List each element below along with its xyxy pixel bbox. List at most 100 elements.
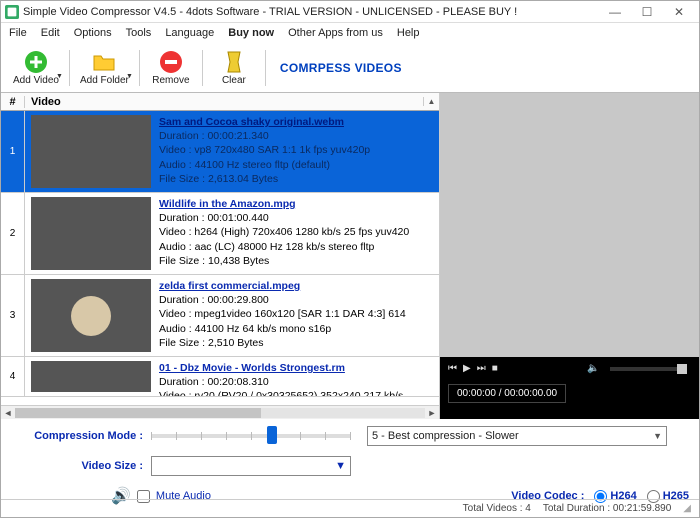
skip-back-icon[interactable]: ⏮ xyxy=(448,363,457,374)
remove-label: Remove xyxy=(152,75,189,86)
thumbnail xyxy=(31,279,151,352)
compression-mode-label: Compression Mode : xyxy=(11,430,151,442)
thumbnail xyxy=(31,361,151,392)
chevron-down-icon: ▼ xyxy=(653,431,662,441)
menu-options[interactable]: Options xyxy=(74,27,112,39)
list-header: # Video ▲ xyxy=(1,93,439,111)
slider-handle[interactable] xyxy=(267,426,277,444)
scroll-up-button[interactable]: ▲ xyxy=(423,97,439,106)
scroll-track[interactable] xyxy=(15,408,425,418)
row-meta: zelda first commercial.mpeg Duration : 0… xyxy=(157,275,439,356)
menu-file[interactable]: File xyxy=(9,27,27,39)
menu-tools[interactable]: Tools xyxy=(126,27,152,39)
compression-mode-select[interactable]: 5 - Best compression - Slower ▼ xyxy=(367,426,667,446)
statusbar: Total Videos : 4 Total Duration : 00:21:… xyxy=(1,499,699,517)
volume-slider[interactable] xyxy=(610,367,687,371)
compress-videos-button[interactable]: COMRPESS VIDEOS xyxy=(280,61,402,75)
add-video-button[interactable]: Add Video▼ xyxy=(7,48,65,88)
preview-video xyxy=(440,93,699,357)
video-info: Video : mpeg1video 160x120 [SAR 1:1 DAR … xyxy=(159,307,437,321)
app-icon xyxy=(5,5,19,19)
clear-label: Clear xyxy=(222,75,246,86)
player-controls: ⏮ ▶ ⏭ ■ 🔈 00:00:00 / 00:00:00.00 xyxy=(440,357,699,419)
video-duration: Duration : 00:01:00.440 xyxy=(159,211,437,225)
menu-other-apps[interactable]: Other Apps from us xyxy=(288,27,383,39)
video-title: 01 - Dbz Movie - Worlds Strongest.rm xyxy=(159,361,437,375)
list-body[interactable]: 1 Sam and Cocoa shaky original.webm Dura… xyxy=(1,111,439,405)
resize-grip-icon[interactable]: ◢ xyxy=(683,503,691,514)
col-number[interactable]: # xyxy=(1,96,25,108)
toolbar: Add Video▼ Add Folder▼ Remove Clear COMR… xyxy=(1,43,699,93)
video-list-pane: # Video ▲ 1 Sam and Cocoa shaky original… xyxy=(1,93,440,419)
audio-info: Audio : aac (LC) 48000 Hz 128 kb/s stere… xyxy=(159,240,437,254)
menubar: File Edit Options Tools Language Buy now… xyxy=(1,23,699,43)
total-duration: Total Duration : 00:21:59.890 xyxy=(543,503,671,514)
preview-pane: ⏮ ▶ ⏭ ■ 🔈 00:00:00 / 00:00:00.00 xyxy=(440,93,699,419)
row-number: 4 xyxy=(1,357,25,396)
options-panel: Compression Mode : 5 - Best compression … xyxy=(1,419,699,507)
list-item[interactable]: 2 Wildlife in the Amazon.mpg Duration : … xyxy=(1,193,439,275)
separator xyxy=(69,50,70,86)
titlebar: Simple Video Compressor V4.5 - 4dots Sof… xyxy=(1,1,699,23)
clear-icon xyxy=(222,50,246,74)
maximize-button[interactable]: ☐ xyxy=(631,5,663,19)
minimize-button[interactable]: — xyxy=(599,5,631,19)
row-number: 3 xyxy=(1,275,25,356)
video-size-label: Video Size : xyxy=(11,460,151,472)
video-info: Video : vp8 720x480 SAR 1:1 1k fps yuv42… xyxy=(159,143,437,157)
scroll-left-button[interactable]: ◄ xyxy=(1,408,15,418)
volume-icon[interactable]: 🔈 xyxy=(587,363,599,374)
add-folder-label: Add Folder xyxy=(80,75,129,86)
video-title: zelda first commercial.mpeg xyxy=(159,279,437,293)
menu-language[interactable]: Language xyxy=(165,27,214,39)
video-title: Wildlife in the Amazon.mpg xyxy=(159,197,437,211)
separator xyxy=(265,50,266,86)
total-videos: Total Videos : 4 xyxy=(463,503,531,514)
video-duration: Duration : 00:20:08.310 xyxy=(159,375,437,389)
list-item[interactable]: 3 zelda first commercial.mpeg Duration :… xyxy=(1,275,439,357)
close-button[interactable]: ✕ xyxy=(663,5,695,19)
row-meta: Wildlife in the Amazon.mpg Duration : 00… xyxy=(157,193,439,274)
video-duration: Duration : 00:00:21.340 xyxy=(159,129,437,143)
main-area: # Video ▲ 1 Sam and Cocoa shaky original… xyxy=(1,93,699,419)
window-title: Simple Video Compressor V4.5 - 4dots Sof… xyxy=(23,6,517,18)
scroll-thumb[interactable] xyxy=(15,408,261,418)
separator xyxy=(202,50,203,86)
horizontal-scrollbar[interactable]: ◄ ► xyxy=(1,405,439,419)
video-size-select[interactable]: ▼ xyxy=(151,456,351,476)
chevron-down-icon: ▼ xyxy=(335,460,346,472)
add-video-label: Add Video xyxy=(13,75,59,86)
list-item[interactable]: 4 01 - Dbz Movie - Worlds Strongest.rm D… xyxy=(1,357,439,397)
play-icon[interactable]: ▶ xyxy=(463,363,471,374)
menu-buy-now[interactable]: Buy now xyxy=(228,27,274,39)
compression-slider[interactable] xyxy=(151,434,351,438)
col-video[interactable]: Video xyxy=(25,96,423,108)
stop-icon[interactable]: ■ xyxy=(492,363,498,374)
row-meta: 01 - Dbz Movie - Worlds Strongest.rm Dur… xyxy=(157,357,439,396)
file-size: File Size : 10,438 Bytes xyxy=(159,254,437,268)
skip-forward-icon[interactable]: ⏭ xyxy=(477,363,486,374)
menu-edit[interactable]: Edit xyxy=(41,27,60,39)
player-time: 00:00:00 / 00:00:00.00 xyxy=(448,384,566,403)
video-title: Sam and Cocoa shaky original.webm xyxy=(159,115,437,129)
clear-button[interactable]: Clear xyxy=(207,48,261,88)
add-folder-button[interactable]: Add Folder▼ xyxy=(74,48,135,88)
video-duration: Duration : 00:00:29.800 xyxy=(159,293,437,307)
row-number: 1 xyxy=(1,111,25,192)
menu-help[interactable]: Help xyxy=(397,27,420,39)
separator xyxy=(139,50,140,86)
remove-icon xyxy=(159,50,183,74)
compression-mode-value: 5 - Best compression - Slower xyxy=(372,430,519,442)
audio-info: Audio : 44100 Hz 64 kb/s mono s16p xyxy=(159,322,437,336)
video-info: Video : rv20 (RV20 / 0x30325652) 352x240… xyxy=(159,389,437,396)
thumbnail xyxy=(31,197,151,270)
video-info: Video : h264 (High) 720x406 1280 kb/s 25… xyxy=(159,225,437,239)
add-video-icon xyxy=(24,50,48,74)
file-size: File Size : 2,613.04 Bytes xyxy=(159,172,437,186)
remove-button[interactable]: Remove xyxy=(144,48,198,88)
row-number: 2 xyxy=(1,193,25,274)
folder-icon xyxy=(92,50,116,74)
list-item[interactable]: 1 Sam and Cocoa shaky original.webm Dura… xyxy=(1,111,439,193)
thumbnail xyxy=(31,115,151,188)
scroll-right-button[interactable]: ► xyxy=(425,408,439,418)
